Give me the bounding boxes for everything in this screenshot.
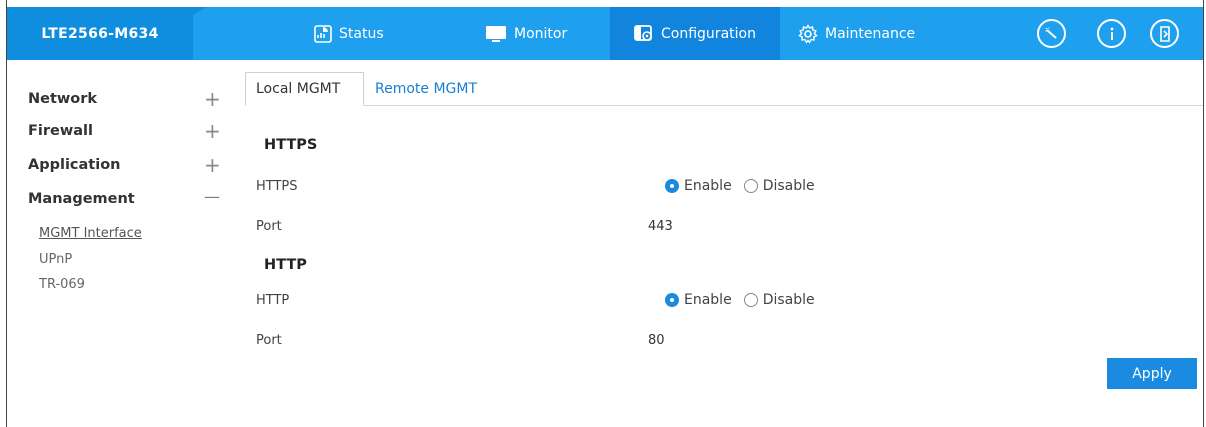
nav-maintenance-label: Maintenance [825, 25, 916, 42]
configuration-icon [634, 24, 654, 43]
sidebar-subitem-mgmt-interface[interactable]: MGMT Interface [39, 226, 142, 241]
https-disable-label: Disable [762, 178, 815, 194]
nav-configuration[interactable]: Configuration [610, 7, 780, 60]
top-navigation-bar: LTE2566-M634 Status Monitor Configuratio… [7, 7, 1203, 60]
apply-button[interactable]: Apply [1107, 358, 1197, 389]
gear-icon [798, 23, 818, 44]
https-enable-label: Enable [684, 178, 732, 194]
https-port-value: 443 [648, 219, 673, 234]
http-disable-label: Disable [762, 292, 815, 308]
main-content: Local MGMT Remote MGMT HTTPS HTTPS Enabl… [245, 60, 1203, 427]
sidebar-item-management[interactable]: Management [28, 191, 135, 207]
http-label: HTTP [256, 293, 290, 308]
expand-firewall-icon[interactable]: + [204, 119, 221, 143]
monitor-icon [485, 25, 507, 43]
https-radio-group: Enable Disable [665, 178, 827, 194]
https-port-label: Port [256, 219, 282, 234]
http-port-label: Port [256, 333, 282, 348]
expand-network-icon[interactable]: + [204, 87, 221, 111]
http-radio-group: Enable Disable [665, 292, 827, 308]
tab-remote-mgmt[interactable]: Remote MGMT [365, 72, 487, 106]
sidebar-subitem-upnp[interactable]: UPnP [39, 252, 72, 267]
nav-monitor-label: Monitor [514, 25, 568, 42]
http-enable-radio[interactable] [665, 293, 679, 307]
info-icon[interactable] [1097, 19, 1126, 48]
http-enable-label: Enable [684, 292, 732, 308]
wizard-icon[interactable] [1037, 19, 1066, 48]
sidebar-item-firewall[interactable]: Firewall [28, 123, 93, 139]
http-disable-radio[interactable] [743, 293, 758, 307]
http-port-value: 80 [648, 333, 665, 348]
https-section-title: HTTPS [264, 137, 318, 153]
sidebar-item-network[interactable]: Network [28, 91, 97, 107]
tab-local-mgmt[interactable]: Local MGMT [245, 72, 364, 106]
collapse-management-icon[interactable]: — [204, 187, 220, 206]
nav-status-label: Status [339, 25, 384, 42]
status-chart-icon [314, 24, 332, 43]
logout-icon[interactable] [1150, 19, 1179, 48]
https-enable-radio[interactable] [665, 179, 679, 193]
https-disable-radio[interactable] [743, 179, 758, 193]
nav-status[interactable]: Status [314, 7, 384, 60]
sidebar-subitem-tr069[interactable]: TR-069 [39, 277, 85, 292]
nav-monitor[interactable]: Monitor [485, 7, 567, 60]
sidebar-item-application[interactable]: Application [28, 157, 121, 173]
sidebar: Network + Firewall + Application + Manag… [7, 60, 245, 427]
http-section-title: HTTP [264, 257, 307, 273]
device-model-name: LTE2566-M634 [7, 7, 193, 60]
expand-application-icon[interactable]: + [204, 153, 221, 177]
brand-notch-decoration [193, 7, 207, 15]
nav-configuration-label: Configuration [661, 25, 756, 42]
nav-maintenance[interactable]: Maintenance [798, 7, 915, 60]
https-label: HTTPS [256, 179, 298, 194]
